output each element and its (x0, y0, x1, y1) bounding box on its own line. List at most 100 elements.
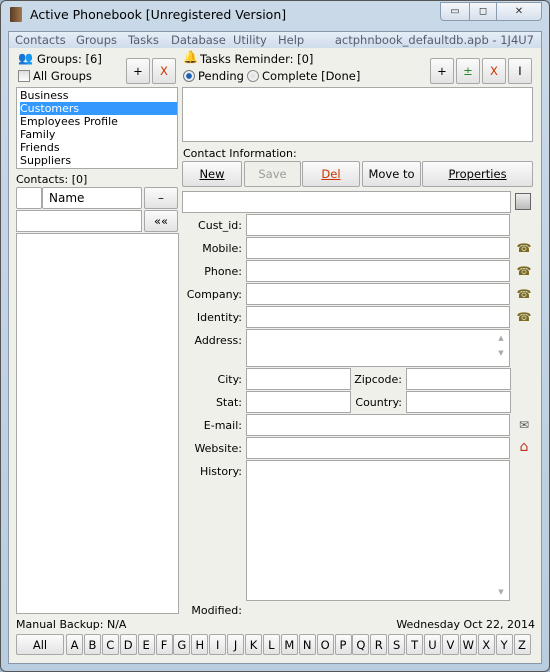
filter-letter-m[interactable]: M (280, 634, 298, 655)
window-title: Active Phonebook [Unregistered Version] (30, 7, 287, 22)
complete-task-button[interactable]: I (508, 58, 532, 84)
filter-letter-e[interactable]: E (137, 634, 155, 655)
filter-letter-w[interactable]: W (459, 634, 477, 655)
filter-letter-g[interactable]: G (173, 634, 191, 655)
group-item[interactable]: Business (20, 89, 177, 102)
menu-contacts[interactable]: Contacts (15, 33, 66, 47)
name-header-label: Name (49, 191, 85, 205)
delete-group-button[interactable]: X (152, 58, 176, 84)
properties-label: Properties (448, 167, 507, 181)
tasks-list[interactable] (182, 87, 533, 142)
contacts-label: Contacts: [0] (16, 173, 88, 186)
edit-task-button[interactable]: ± (456, 58, 480, 84)
move-to-button[interactable]: Move to (362, 161, 421, 187)
address-input[interactable] (246, 329, 510, 367)
new-label: New (199, 167, 225, 181)
filter-letter-t[interactable]: T (406, 634, 424, 655)
filter-letter-b[interactable]: B (83, 634, 101, 655)
minimize-button[interactable]: ▭ (440, 2, 470, 21)
filter-letter-o[interactable]: O (316, 634, 334, 655)
filter-letter-k[interactable]: K (245, 634, 262, 655)
website-input[interactable] (246, 437, 510, 459)
groups-icon: 👥 (18, 51, 33, 65)
name-column-header[interactable]: Name (42, 187, 142, 209)
complete-label: Complete [Done] (262, 69, 361, 83)
menu-help[interactable]: Help (278, 33, 304, 47)
pending-label: Pending (198, 69, 244, 83)
pending-radio[interactable] (183, 70, 195, 82)
add-task-button[interactable]: + (430, 58, 454, 84)
complete-radio[interactable] (247, 70, 259, 82)
filter-letter-l[interactable]: L (262, 634, 280, 655)
phone-icon[interactable]: ☎ (516, 310, 532, 324)
email-input[interactable] (246, 414, 510, 436)
filter-all-button[interactable]: All (16, 634, 64, 655)
phone-icon[interactable]: ☎ (516, 241, 532, 255)
close-button[interactable]: ✕ (496, 2, 542, 21)
mobile-input[interactable] (246, 237, 510, 259)
maximize-button[interactable]: ◻ (469, 2, 497, 21)
save-button[interactable]: Save (244, 161, 301, 187)
modified-label: Modified: (191, 604, 242, 617)
collapse-button[interactable]: – (144, 187, 178, 209)
cust_id-input[interactable] (246, 214, 510, 236)
all-groups-checkbox[interactable] (18, 70, 30, 82)
contact-filter-input[interactable] (16, 210, 142, 232)
filter-letter-x[interactable]: X (477, 634, 495, 655)
group-item[interactable]: Family (20, 128, 177, 141)
group-item[interactable]: Friends (20, 141, 177, 154)
filter-letter-r[interactable]: R (370, 634, 388, 655)
phone-icon[interactable]: ☎ (516, 264, 532, 278)
groups-list[interactable]: Business Customers Employees Profile Family… (16, 87, 178, 169)
mobile-label: Mobile: (202, 242, 242, 255)
menu-database[interactable]: Database (171, 33, 226, 47)
phone-label: Phone: (204, 265, 242, 278)
menu-groups[interactable]: Groups (76, 33, 117, 47)
filter-letter-y[interactable]: Y (495, 634, 513, 655)
filter-letter-d[interactable]: D (119, 634, 137, 655)
history-scrollbar[interactable]: ▼ (494, 462, 508, 598)
filter-letter-j[interactable]: J (227, 634, 245, 655)
filter-letter-n[interactable]: N (298, 634, 316, 655)
group-item[interactable]: Customers (20, 102, 177, 115)
cust_id-label: Cust_id: (198, 219, 242, 232)
properties-button[interactable]: Properties (422, 161, 533, 187)
country-label: Country: (355, 396, 402, 409)
phone-icon[interactable]: ☎ (516, 287, 532, 301)
history-input[interactable] (246, 460, 510, 601)
photo-icon[interactable] (515, 193, 531, 210)
filter-letter-p[interactable]: P (334, 634, 352, 655)
zipcode-label: Zipcode: (354, 373, 402, 386)
email-icon[interactable]: ✉ (516, 418, 532, 432)
delete-button[interactable]: Del (302, 161, 360, 187)
menu-utility[interactable]: Utility (233, 33, 267, 47)
company-input[interactable] (246, 283, 510, 305)
identity-input[interactable] (246, 306, 510, 328)
filter-letter-i[interactable]: I (209, 634, 227, 655)
filter-letter-q[interactable]: Q (352, 634, 370, 655)
filter-letter-h[interactable]: H (191, 634, 209, 655)
home-icon[interactable]: ⌂ (516, 440, 532, 454)
filter-letter-f[interactable]: F (155, 634, 173, 655)
country-input[interactable] (406, 391, 511, 413)
filter-letter-a[interactable]: A (66, 634, 83, 655)
filter-letter-z[interactable]: Z (513, 634, 531, 655)
filter-letter-u[interactable]: U (424, 634, 441, 655)
date-display: Wednesday Oct 22, 2014 (396, 618, 535, 631)
contact-name-input[interactable] (182, 191, 511, 213)
filter-letter-v[interactable]: V (441, 634, 459, 655)
zipcode-input[interactable] (406, 368, 511, 390)
group-item[interactable]: Employees Profile (20, 115, 177, 128)
select-column-header[interactable] (16, 187, 42, 209)
menu-tasks[interactable]: Tasks (128, 33, 159, 47)
group-item[interactable]: Suppliers (20, 154, 177, 167)
city-label: City: (217, 373, 242, 386)
phone-input[interactable] (246, 260, 510, 282)
address-scrollbar[interactable]: ▲ ▼ (494, 331, 508, 364)
website-label: Website: (194, 442, 242, 455)
filter-letter-s[interactable]: S (388, 634, 406, 655)
new-button[interactable]: New (182, 161, 242, 187)
add-group-button[interactable]: + (126, 58, 150, 84)
delete-task-button[interactable]: X (482, 58, 506, 84)
filter-letter-c[interactable]: C (101, 634, 119, 655)
